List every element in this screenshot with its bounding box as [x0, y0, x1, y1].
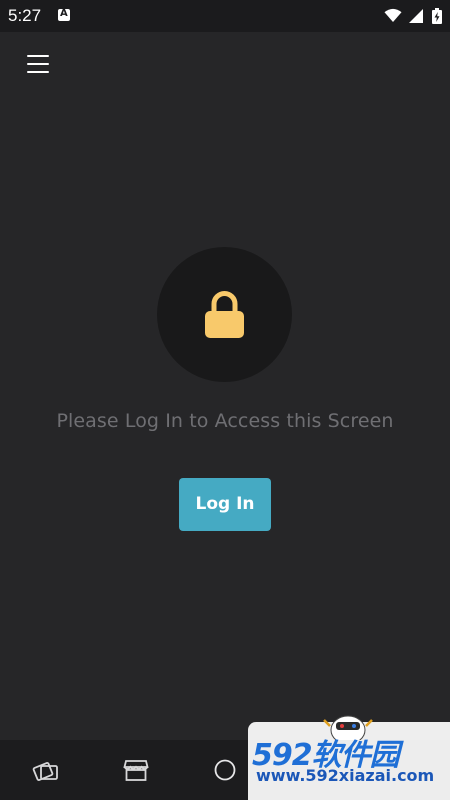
lock-badge	[157, 247, 292, 382]
store-icon[interactable]	[122, 758, 150, 784]
signal-icon	[409, 9, 423, 23]
login-required-message: Please Log In to Access this Screen	[56, 410, 394, 432]
hamburger-menu-icon[interactable]	[27, 55, 49, 75]
wifi-icon	[384, 8, 402, 22]
battery-charging-icon	[432, 8, 442, 24]
watermark-url: www.592xiazai.com	[256, 766, 435, 785]
app-screen: 5:27 A Please Log In to Access this Scre…	[0, 0, 450, 800]
lock-icon	[205, 291, 244, 338]
login-button[interactable]: Log In	[179, 478, 271, 531]
a-badge-icon: A	[58, 8, 70, 21]
home-circle-icon[interactable]	[212, 758, 240, 784]
status-bar: 5:27 A	[0, 0, 450, 32]
cards-icon[interactable]	[32, 758, 60, 784]
status-time: 5:27	[8, 6, 42, 25]
